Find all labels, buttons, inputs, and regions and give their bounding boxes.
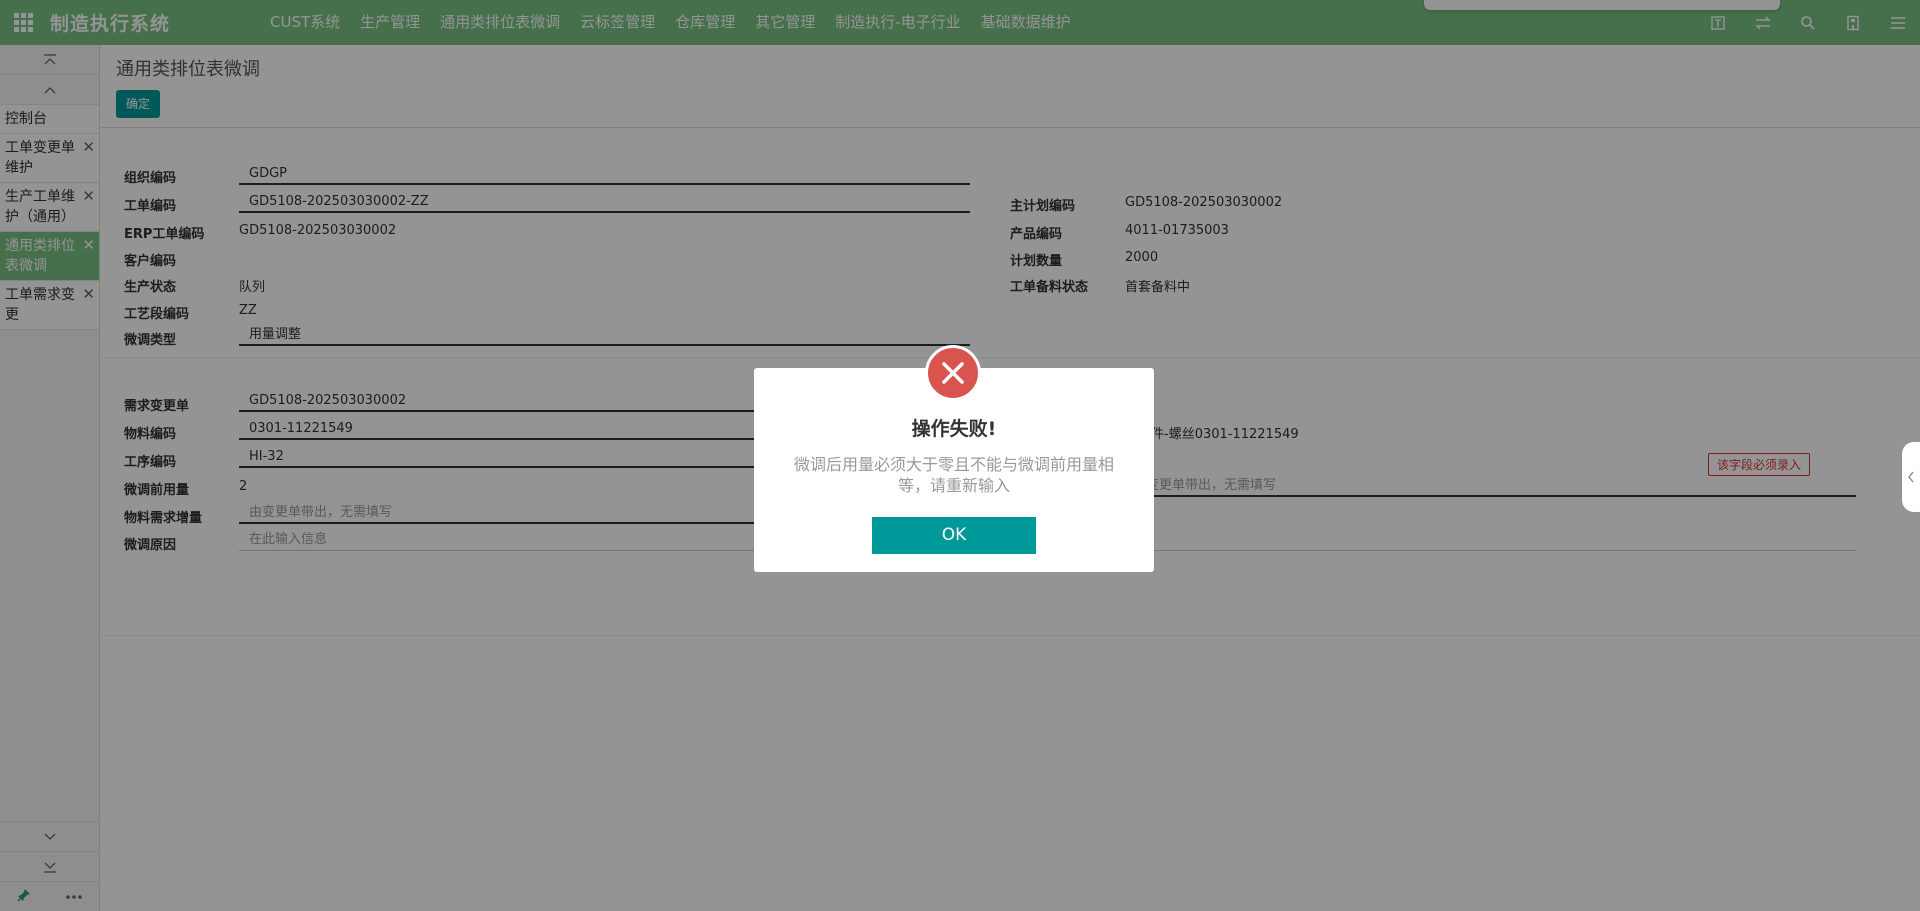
collapse-tab-icon[interactable] [1902, 442, 1920, 512]
error-icon [925, 345, 981, 401]
dialog-ok-button[interactable]: OK [872, 517, 1036, 554]
dialog-message: 微调后用量必须大于零且不能与微调前用量相等，请重新输入 [793, 455, 1114, 495]
dialog-title: 操作失败! [911, 418, 997, 440]
error-dialog: 操作失败! 微调后用量必须大于零且不能与微调前用量相等，请重新输入 OK [754, 345, 1154, 572]
